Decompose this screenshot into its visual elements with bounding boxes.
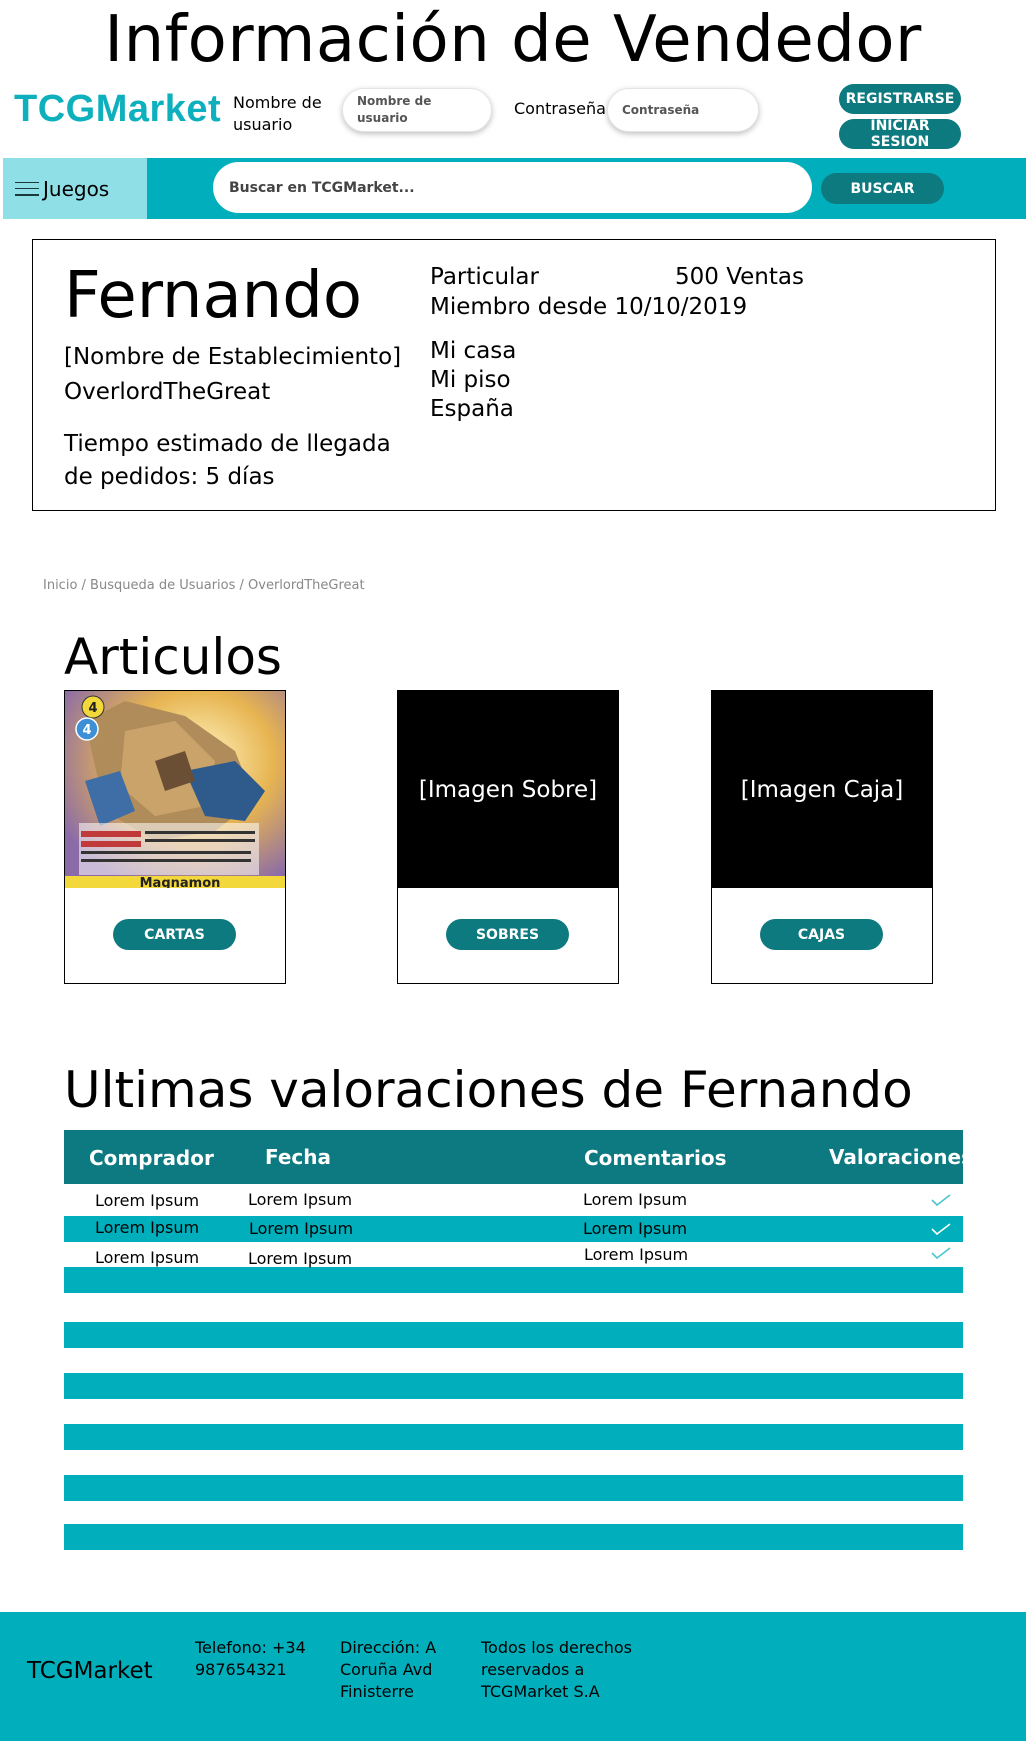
hamburger-icon: [15, 181, 39, 196]
username-input[interactable]: Nombre de usuario: [342, 88, 492, 132]
check-icon: [931, 1223, 951, 1235]
games-menu-label: Juegos: [43, 176, 110, 201]
table-row-stripe: [64, 1267, 963, 1293]
breadcrumb[interactable]: Inicio / Busqueda de Usuarios / Overlord…: [43, 578, 365, 593]
svg-text:4: 4: [88, 701, 97, 716]
column-header-date: Fecha: [265, 1145, 332, 1169]
article-card-packs: [Imagen Sobre] SOBRES: [397, 690, 619, 984]
password-placeholder: Contraseña: [622, 102, 700, 117]
seller-username: OverlordTheGreat: [64, 379, 271, 405]
row-date: Lorem Ipsum: [249, 1219, 354, 1238]
search-button[interactable]: BUSCAR: [821, 173, 944, 204]
footer-rights: Todos los derechos reservados a TCGMarke…: [481, 1638, 632, 1701]
seller-type: Particular: [430, 264, 539, 290]
row-buyer: Lorem Ipsum: [95, 1191, 200, 1210]
svg-text:4: 4: [82, 723, 91, 738]
seller-member-since: Miembro desde 10/10/2019: [430, 294, 748, 320]
article-card-boxes: [Imagen Caja] CAJAS: [711, 690, 933, 984]
column-header-comments: Comentarios: [584, 1146, 727, 1170]
seller-delivery-estimate: Tiempo estimado de llegada de pedidos: 5…: [64, 431, 391, 490]
seller-sales-count: 500 Ventas: [675, 264, 804, 290]
seller-name: Fernando: [64, 259, 362, 333]
row-buyer: Lorem Ipsum: [95, 1218, 200, 1237]
footer-address: Dirección: A Coruña Avd Finisterre: [340, 1638, 437, 1701]
article-card-cards: 4 4 Magnamon CARTAS: [64, 690, 286, 984]
row-comment: Lorem Ipsum: [583, 1190, 688, 1209]
seller-address-line: Mi piso: [430, 367, 511, 393]
check-icon: [931, 1247, 951, 1259]
row-comment: Lorem Ipsum: [583, 1219, 688, 1238]
box-image-placeholder: [Imagen Caja]: [712, 691, 932, 888]
row-date: Lorem Ipsum: [248, 1190, 353, 1209]
login-button[interactable]: INICIAR SESION: [839, 118, 961, 150]
seller-address-line: Mi casa: [430, 338, 517, 364]
column-header-buyer: Comprador: [89, 1146, 214, 1170]
table-row-stripe: [64, 1475, 963, 1501]
password-label: Contraseña:: [514, 99, 612, 118]
table-row: Lorem Ipsum Lorem Ipsum Lorem Ipsum: [0, 1188, 1026, 1214]
row-date: Lorem Ipsum: [248, 1249, 353, 1268]
brand-logo[interactable]: TCGMarket: [14, 88, 221, 131]
card-image: 4 4 Magnamon: [65, 691, 285, 888]
seller-address-line: España: [430, 396, 514, 422]
row-comment: Lorem Ipsum: [584, 1245, 689, 1264]
games-menu-button[interactable]: Juegos: [3, 158, 147, 219]
table-row: Lorem Ipsum Lorem Ipsum Lorem Ipsum: [64, 1216, 963, 1242]
register-button[interactable]: REGISTRARSE: [839, 84, 961, 114]
password-input[interactable]: Contraseña: [607, 88, 759, 132]
footer-brand: TCGMarket: [27, 1658, 153, 1684]
card-art-name: Magnamon: [140, 876, 221, 888]
pack-image-placeholder: [Imagen Sobre]: [398, 691, 618, 888]
check-icon: [931, 1194, 951, 1206]
cards-button[interactable]: CARTAS: [113, 919, 236, 950]
footer-phone: Telefono: +34 987654321: [195, 1638, 306, 1679]
column-header-ratings: Valoraciones: [829, 1145, 973, 1169]
table-row-stripe: [64, 1322, 963, 1348]
boxes-button[interactable]: CAJAS: [760, 919, 883, 950]
username-placeholder: Nombre de usuario: [357, 94, 432, 125]
username-label: Nombre de usuario: [233, 93, 322, 134]
search-placeholder: Buscar en TCGMarket...: [229, 179, 415, 196]
card-art-illustration: 4 4 Magnamon: [65, 691, 285, 888]
table-row-stripe: [64, 1424, 963, 1450]
search-input[interactable]: Buscar en TCGMarket...: [213, 162, 812, 213]
ratings-table-header: Comprador Fecha Comentarios Valoraciones: [64, 1130, 973, 1184]
table-row-stripe: [64, 1373, 963, 1399]
seller-establishment: [Nombre de Establecimiento]: [64, 344, 402, 370]
row-buyer: Lorem Ipsum: [95, 1248, 200, 1267]
ratings-heading: Ultimas valoraciones de Fernando: [64, 1061, 913, 1119]
page-title: Información de Vendedor: [104, 3, 922, 77]
articles-heading: Articulos: [64, 628, 282, 686]
table-row-stripe: [64, 1524, 963, 1550]
table-row: Lorem Ipsum Lorem Ipsum Lorem Ipsum: [0, 1245, 1026, 1268]
packs-button[interactable]: SOBRES: [446, 919, 569, 950]
